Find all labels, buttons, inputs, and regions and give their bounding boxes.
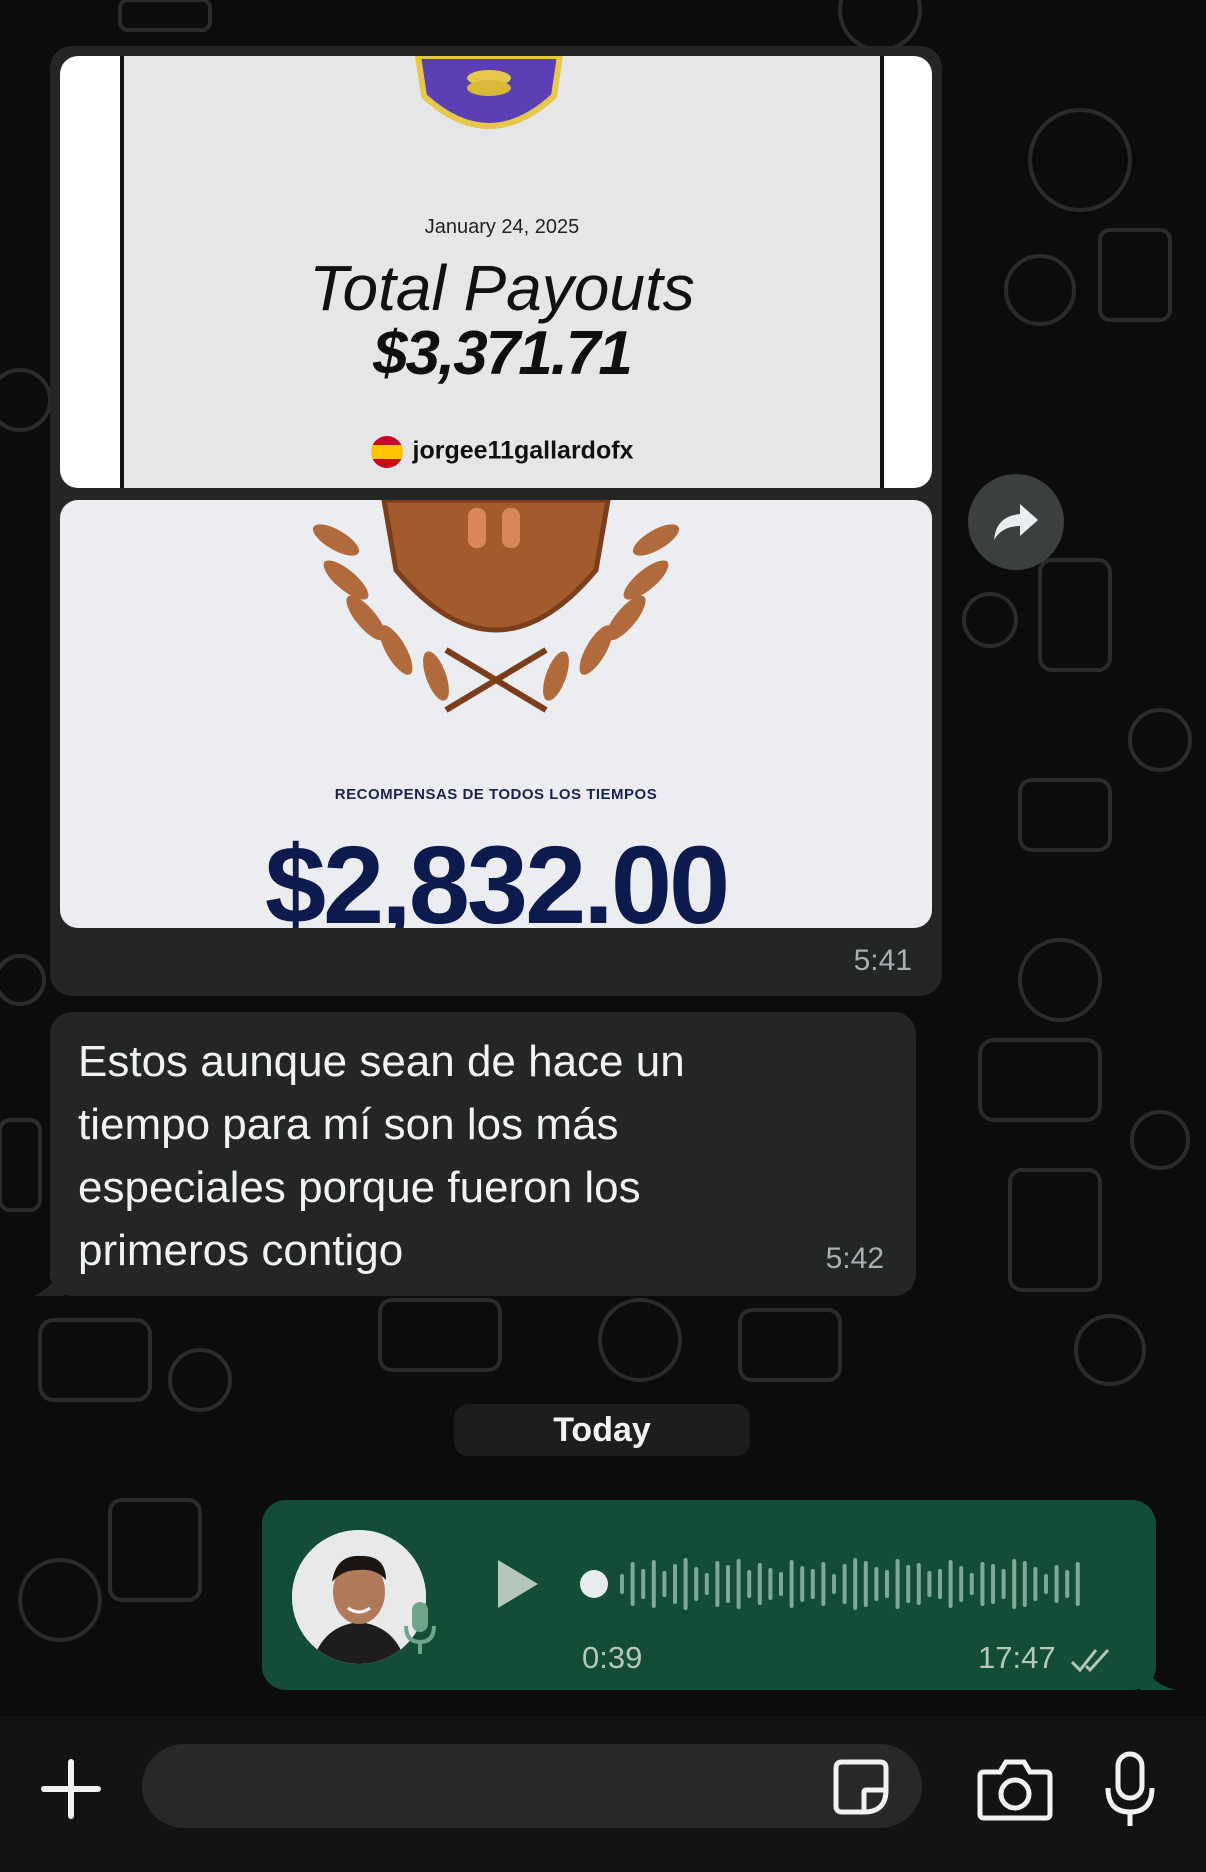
bubble-tail	[1140, 1660, 1176, 1690]
bubble-tail	[34, 1266, 64, 1296]
mic-icon[interactable]	[1104, 1750, 1156, 1830]
message-input[interactable]	[142, 1744, 922, 1828]
waveform-bar	[1033, 1567, 1038, 1601]
waveform-bar	[938, 1569, 942, 1599]
waveform-bar	[874, 1567, 879, 1601]
waveform-bar	[779, 1572, 783, 1596]
waveform-bar	[948, 1560, 953, 1608]
composer-bar	[0, 1716, 1206, 1872]
waveform-bar	[800, 1566, 805, 1602]
waveform-bar	[969, 1573, 974, 1595]
waveform-bar	[821, 1562, 826, 1606]
laurel-badge-icon	[312, 500, 680, 713]
waveform-bar	[1044, 1574, 1048, 1594]
message-time: 5:41	[853, 944, 912, 977]
waveform-bar	[927, 1571, 932, 1597]
waveform-bar	[885, 1570, 889, 1598]
waveform-bar	[832, 1574, 836, 1594]
waveform-bar	[630, 1562, 635, 1606]
waveform-bar	[1022, 1561, 1027, 1607]
forward-button[interactable]	[968, 474, 1064, 570]
message-text: Estos aunque sean de hace un tiempo para…	[78, 1037, 685, 1275]
waveform-bar	[959, 1566, 964, 1602]
waveform-bar	[1001, 1569, 1006, 1599]
waveform-bar	[757, 1563, 762, 1605]
waveform-bar	[694, 1567, 699, 1601]
day-separator: Today	[454, 1404, 750, 1456]
waveform-bar	[1054, 1565, 1059, 1603]
rewards-caption: RECOMPENSAS DE TODOS LOS TIEMPOS	[334, 786, 658, 803]
payout-certificate-image[interactable]: January 24, 2025 Total Payouts $3,371.71…	[60, 56, 932, 488]
waveform-bar	[683, 1558, 688, 1610]
waveform-bar	[1075, 1562, 1080, 1606]
waveform-bar	[673, 1564, 677, 1604]
mic-icon	[404, 1602, 436, 1654]
waveform-bar	[641, 1569, 646, 1599]
camera-icon[interactable]	[976, 1758, 1054, 1822]
waveform-bar	[1012, 1559, 1017, 1609]
waveform-bar	[736, 1559, 741, 1609]
read-ticks-icon	[1071, 1648, 1110, 1673]
waveform-bar	[906, 1565, 911, 1603]
certificate-date: January 24, 2025	[424, 216, 580, 238]
message-time: 5:42	[825, 1242, 884, 1275]
waveform-bar	[916, 1563, 921, 1605]
waveform-bar	[726, 1565, 730, 1603]
text-message-bubble: Estos aunque sean de hace un tiempo para…	[50, 1012, 916, 1296]
message-time: 17:47	[978, 1640, 1114, 1676]
waveform-bar	[768, 1568, 773, 1600]
image-message-bubble: January 24, 2025 Total Payouts $3,371.71…	[50, 46, 942, 996]
waveform-bar	[853, 1558, 858, 1610]
certificate-title: Total Payouts	[309, 252, 695, 324]
waveform-bar	[980, 1562, 985, 1606]
waveform-slider[interactable]	[580, 1554, 1090, 1614]
waveform-bar	[842, 1564, 847, 1604]
waveform-bar	[620, 1574, 624, 1594]
rewards-image[interactable]: RECOMPENSAS DE TODOS LOS TIEMPOS $2,832.…	[60, 500, 932, 928]
waveform-bar	[662, 1571, 667, 1597]
waveform-bar	[651, 1560, 656, 1608]
sticker-icon[interactable]	[832, 1758, 890, 1816]
voice-duration: 0:39	[582, 1640, 643, 1675]
waveform-bar	[715, 1561, 720, 1607]
waveform-scrubber	[580, 1570, 608, 1598]
waveform-bar	[895, 1559, 900, 1609]
share-forward-icon	[994, 504, 1038, 540]
waveform-bar	[704, 1573, 709, 1595]
waveform-bar	[991, 1564, 995, 1604]
certificate-amount: $3,371.71	[373, 319, 633, 388]
waveform-bar	[810, 1569, 815, 1599]
certificate-username: jorgee11gallardofx	[124, 436, 880, 468]
play-icon[interactable]	[494, 1556, 542, 1612]
waveform-bar	[1065, 1570, 1070, 1598]
plus-icon[interactable]	[38, 1756, 104, 1822]
spain-flag-icon	[370, 436, 403, 468]
shield-logo-icon	[414, 56, 564, 129]
waveform-bar	[789, 1560, 794, 1608]
waveform-bar	[863, 1561, 868, 1607]
waveform-bar	[747, 1570, 752, 1598]
voice-message-bubble: 0:39 17:47	[262, 1500, 1156, 1690]
rewards-amount: $2,832.00	[264, 824, 730, 928]
